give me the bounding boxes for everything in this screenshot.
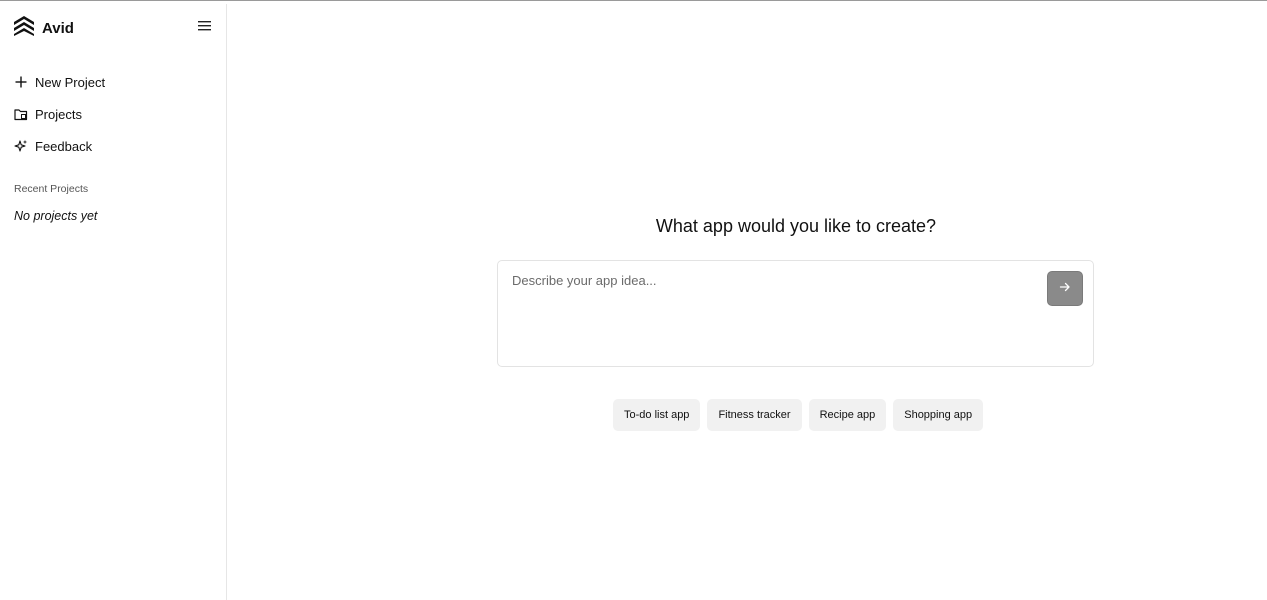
page-title: What app would you like to create? <box>655 216 937 236</box>
sidebar-item-feedback[interactable]: Feedback <box>14 130 214 162</box>
sidebar-nav: New Project Projects Feedback <box>14 66 214 162</box>
brand[interactable]: Avid <box>13 15 74 42</box>
suggestion-chip[interactable]: Recipe app <box>808 399 887 431</box>
send-button[interactable] <box>1047 271 1083 306</box>
prompt-box <box>497 260 1094 367</box>
sidebar-item-label: Feedback <box>35 138 93 154</box>
arrow-right-icon <box>1059 280 1071 298</box>
app-idea-input[interactable] <box>512 273 1032 353</box>
sidebar-item-new-project[interactable]: New Project <box>14 66 214 98</box>
hamburger-menu-icon[interactable] <box>197 19 213 33</box>
sidebar-item-projects[interactable]: Projects <box>14 98 214 130</box>
brand-name: Avid <box>42 20 74 37</box>
sidebar-item-label: Projects <box>35 106 82 122</box>
sidebar: Avid New Project Projects Feedback Recen… <box>0 4 227 600</box>
suggestion-chips: To-do list app Fitness tracker Recipe ap… <box>613 399 984 431</box>
sidebar-item-label: New Project <box>35 74 106 90</box>
main-content: What app would you like to create? To-do… <box>228 4 1267 600</box>
avid-logo-icon <box>13 15 35 42</box>
sparkle-icon <box>14 139 28 153</box>
plus-icon <box>14 75 28 89</box>
suggestion-chip[interactable]: Shopping app <box>893 399 984 431</box>
recent-projects-empty: No projects yet <box>14 209 98 223</box>
folder-icon <box>14 107 28 121</box>
recent-projects-heading: Recent Projects <box>14 183 89 195</box>
suggestion-chip[interactable]: Fitness tracker <box>707 399 802 431</box>
suggestion-chip[interactable]: To-do list app <box>613 399 701 431</box>
